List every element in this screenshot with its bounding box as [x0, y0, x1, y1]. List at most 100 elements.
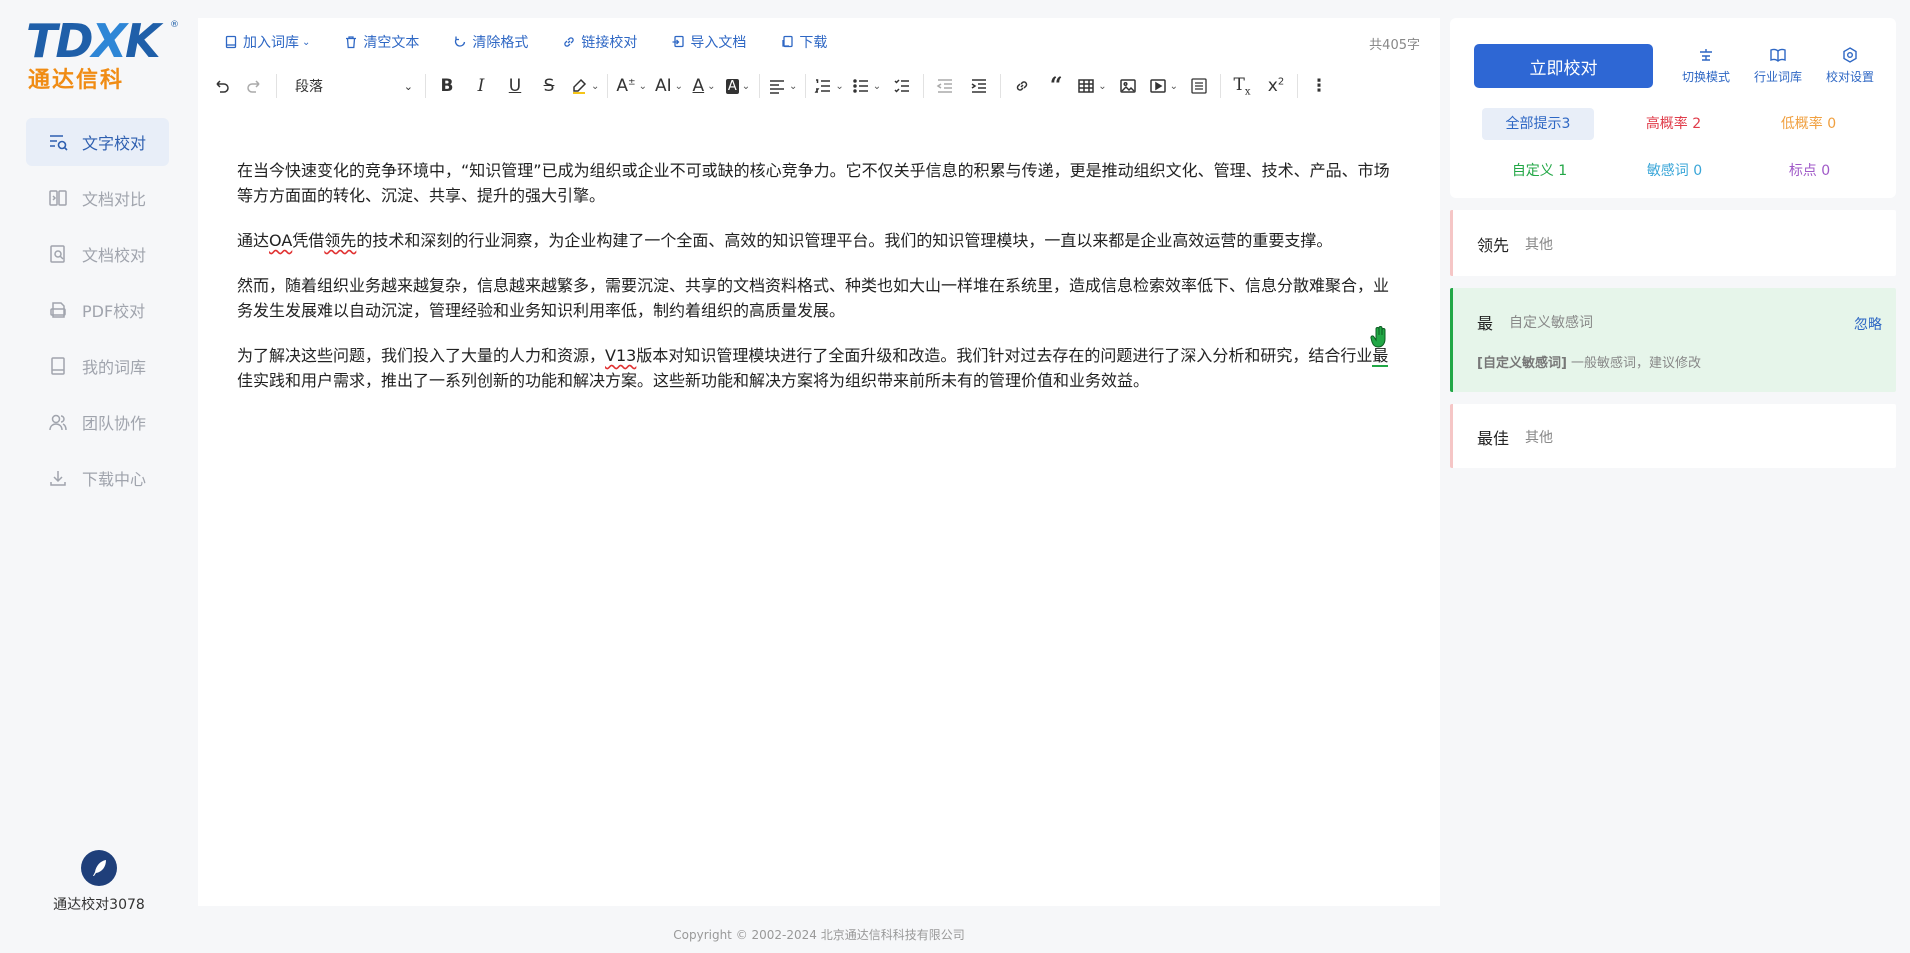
flagged-word-best[interactable]: 最 — [1372, 346, 1389, 367]
issue-word: 领先 — [1477, 236, 1510, 255]
font-family-button[interactable]: AI ⌄ — [651, 70, 687, 102]
strikethrough-icon: S — [543, 76, 555, 96]
flagged-word-lead[interactable]: 领先 — [324, 231, 356, 250]
issue-type: 其他 — [1525, 237, 1553, 253]
font-size-icon: A± — [616, 76, 636, 96]
clear-text-button[interactable]: 清空文本 — [344, 32, 419, 52]
sidebar-item-team[interactable]: 团队协作 — [26, 398, 169, 446]
paragraph: 然而，随着组织业务越来越复杂，信息越来越繁多，需要沉淀、共享的文档资料格式、种类… — [237, 276, 1390, 320]
clear-text-label: 清空文本 — [363, 35, 420, 51]
filter-all[interactable]: 全部提示3 — [1482, 108, 1594, 140]
sidebar-item-doc-compare[interactable]: 文档对比 — [26, 174, 169, 222]
flagged-word[interactable]: OA — [269, 231, 292, 250]
outdent-button[interactable] — [928, 70, 962, 102]
redo-button[interactable] — [238, 70, 272, 102]
paragraph: 为了解决这些问题，我们投入了大量的人力和资源，V13版本对知识管理模块进行了全面… — [237, 346, 1389, 390]
issue-card[interactable]: 最佳 其他 — [1450, 404, 1896, 468]
chevron-down-icon: ⌄ — [638, 80, 647, 92]
undo-icon — [216, 80, 229, 93]
table-icon — [1078, 79, 1094, 93]
background-color-button[interactable]: A ⌄ — [721, 70, 755, 102]
editor-content[interactable]: 在当今快速变化的竞争环境中，“知识管理”已成为组织或企业不可或缺的核心竞争力。它… — [237, 158, 1397, 413]
more-button[interactable]: ⋮ — [1302, 70, 1336, 102]
underline-button[interactable]: U — [498, 70, 532, 102]
indent-button[interactable] — [962, 70, 996, 102]
logo: TDXK ® 通达信科 — [26, 18, 181, 93]
product-badge: 通达校对3078 — [0, 850, 198, 914]
quill-icon — [81, 850, 117, 886]
italic-button[interactable]: I — [464, 70, 498, 102]
refresh-icon — [455, 36, 466, 47]
import-doc-button[interactable]: 导入文档 — [671, 32, 746, 52]
font-size-button[interactable]: A± ⌄ — [612, 70, 651, 102]
add-lexicon-button[interactable]: 加入词库 ⌄ — [224, 32, 310, 52]
quote-button[interactable]: “ — [1039, 70, 1073, 102]
code-block-button[interactable] — [1182, 70, 1216, 102]
download-button[interactable]: 下载 — [780, 32, 827, 52]
toolbar-divider — [1219, 74, 1221, 98]
proof-settings-button[interactable]: 校对设置 — [1814, 46, 1886, 85]
chevron-down-icon: ⌄ — [674, 80, 684, 92]
paragraph: 在当今快速变化的竞争环境中，“知识管理”已成为组织或企业不可或缺的核心竞争力。它… — [237, 161, 1390, 205]
sidebar-item-label: 文字校对 — [82, 134, 147, 153]
download-icon — [48, 468, 68, 488]
toolbar-divider — [805, 74, 807, 98]
superscript-button[interactable]: x2 — [1259, 70, 1293, 102]
redo-icon — [247, 80, 260, 93]
hand-cursor-icon — [1370, 326, 1386, 348]
filter-high-probability[interactable]: 高概率 2 — [1606, 108, 1741, 140]
font-color-button[interactable]: A ⌄ — [687, 70, 721, 102]
flagged-word[interactable]: V13 — [605, 346, 636, 365]
issue-note: [自定义敏感词] 一般敏感词，建议修改 — [1477, 356, 1702, 371]
filter-sensitive[interactable]: 敏感词 0 — [1607, 155, 1742, 187]
align-button[interactable]: ⌄ — [764, 70, 801, 102]
issue-card-active[interactable]: 最 自定义敏感词 忽略 [自定义敏感词] 一般敏感词，建议修改 — [1450, 288, 1896, 392]
clear-format-button[interactable]: 清除格式 — [453, 32, 528, 52]
bold-button[interactable]: B — [430, 70, 464, 102]
link-proof-button[interactable]: 链接校对 — [562, 32, 637, 52]
clear-formatting-button[interactable]: Tx — [1225, 70, 1259, 102]
font-color-icon: A — [692, 76, 705, 96]
format-toolbar: 段落 ⌄ B I U S ⌄ A± ⌄ AI ⌄ A ⌄ A ⌄ ⌄ ⌄ ⌄ “ ⌄ ⌄… — [204, 66, 1436, 106]
chevron-down-icon: ⌄ — [302, 36, 311, 48]
switch-mode-button[interactable]: 切换模式 — [1670, 46, 1742, 85]
book-icon — [48, 356, 68, 376]
link-icon — [1016, 81, 1028, 91]
panel-tools: 切换模式 行业词库 校对设置 — [1670, 46, 1886, 85]
video-button[interactable]: ⌄ — [1145, 70, 1182, 102]
insert-link-button[interactable] — [1005, 70, 1039, 102]
outdent-icon — [936, 79, 953, 93]
industry-lexicon-button[interactable]: 行业词库 — [1742, 46, 1814, 85]
filter-custom[interactable]: 自定义 1 — [1472, 155, 1607, 187]
font-family-icon: AI — [654, 76, 672, 96]
strikethrough-button[interactable]: S — [532, 70, 566, 102]
pdf-icon — [48, 300, 68, 320]
filter-low-probability[interactable]: 低概率 0 — [1741, 108, 1876, 140]
image-button[interactable] — [1111, 70, 1145, 102]
sidebar-item-doc-proof[interactable]: 文档校对 — [26, 230, 169, 278]
sidebar-item-text-proof[interactable]: 文字校对 — [26, 118, 169, 166]
ordered-list-button[interactable]: ⌄ — [810, 70, 847, 102]
filter-punctuation[interactable]: 标点 0 — [1742, 155, 1877, 187]
checklist-button[interactable] — [885, 70, 919, 102]
gear-icon — [1843, 47, 1857, 63]
import-icon — [672, 35, 685, 48]
ignore-button[interactable]: 忽略 — [1854, 314, 1882, 334]
issue-word: 最 — [1477, 314, 1494, 333]
sidebar-item-label: 团队协作 — [82, 414, 147, 433]
proof-now-button[interactable]: 立即校对 — [1474, 44, 1653, 88]
bullet-list-icon — [853, 79, 868, 93]
issue-word: 最佳 — [1477, 429, 1510, 448]
product-label: 通达校对3078 — [53, 897, 145, 913]
sidebar-item-download-center[interactable]: 下载中心 — [26, 454, 169, 502]
toolbar-divider — [759, 74, 761, 98]
editor-panel: 加入词库 ⌄ 清空文本 清除格式 链接校对 导入文档 下载 共405字 段落 ⌄… — [198, 18, 1440, 906]
sidebar-item-pdf-proof[interactable]: PDF校对 — [26, 286, 169, 334]
paragraph-select[interactable]: 段落 ⌄ — [281, 70, 421, 102]
undo-button[interactable] — [204, 70, 238, 102]
highlight-button[interactable]: ⌄ — [566, 70, 603, 102]
bullet-list-button[interactable]: ⌄ — [848, 70, 885, 102]
table-button[interactable]: ⌄ — [1073, 70, 1110, 102]
issue-card[interactable]: 领先 其他 — [1450, 210, 1896, 276]
sidebar-item-my-lexicon[interactable]: 我的词库 — [26, 342, 169, 390]
